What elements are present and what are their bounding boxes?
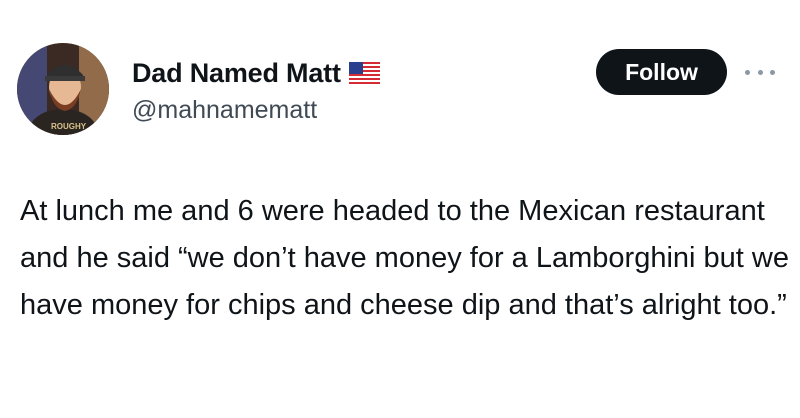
tweet-card: ROUGHY Dad Named Matt @mahnamematt Follo… [0, 0, 800, 418]
avatar-shirt-text: ROUGHY [51, 122, 87, 131]
us-flag-icon [348, 62, 380, 84]
follow-button[interactable]: Follow [596, 49, 727, 95]
more-options-button[interactable] [745, 62, 775, 82]
avatar-image: ROUGHY [17, 43, 109, 135]
tweet-text: At lunch me and 6 were headed to the Mex… [20, 195, 789, 321]
more-dots-icon [745, 69, 750, 75]
avatar[interactable]: ROUGHY [17, 43, 109, 135]
display-name[interactable]: Dad Named Matt [132, 58, 341, 89]
more-dots-icon [757, 69, 763, 75]
user-handle[interactable]: @mahnamematt [132, 96, 317, 125]
more-dots-icon [770, 69, 775, 75]
author-name-row: Dad Named Matt [132, 56, 380, 90]
